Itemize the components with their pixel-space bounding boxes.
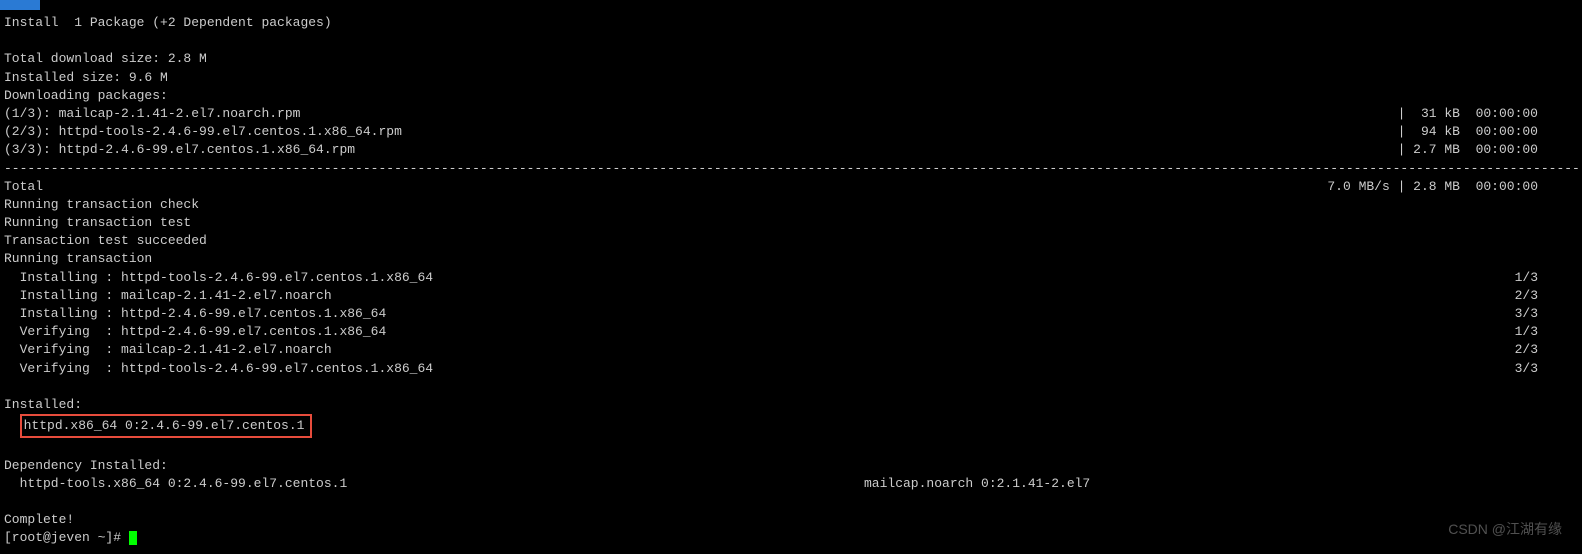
step-text: Verifying : httpd-2.4.6-99.el7.centos.1.… — [4, 323, 386, 341]
downloading-heading: Downloading packages: — [4, 87, 1578, 105]
complete-line: Complete! — [4, 511, 1578, 529]
trans-run: Running transaction — [4, 250, 1578, 268]
active-tab[interactable] — [0, 0, 40, 10]
dep-installed-row: httpd-tools.x86_64 0:2.4.6-99.el7.centos… — [4, 475, 1578, 493]
separator-line: ----------------------------------------… — [4, 160, 1578, 178]
step-count: 3/3 — [1515, 305, 1578, 323]
step-row: Verifying : httpd-2.4.6-99.el7.centos.1.… — [4, 323, 1578, 341]
installed-pkg-highlight: httpd.x86_64 0:2.4.6-99.el7.centos.1 — [20, 414, 313, 438]
download-file: (2/3): httpd-tools-2.4.6-99.el7.centos.1… — [4, 123, 402, 141]
shell-prompt[interactable]: [root@jeven ~]# — [4, 529, 1578, 547]
download-progress: | 2.7 MB 00:00:00 — [1398, 141, 1578, 159]
installed-size: Installed size: 9.6 M — [4, 69, 1578, 87]
dep-pkg: httpd-tools.x86_64 0:2.4.6-99.el7.centos… — [4, 475, 864, 493]
blank-line — [4, 438, 1578, 456]
dep-pkg: mailcap.noarch 0:2.1.41-2.el7 — [864, 475, 1090, 493]
step-row: Installing : mailcap-2.1.41-2.el7.noarch… — [4, 287, 1578, 305]
step-count: 1/3 — [1515, 323, 1578, 341]
step-count: 1/3 — [1515, 269, 1578, 287]
download-row: (1/3): mailcap-2.1.41-2.el7.noarch.rpm |… — [4, 105, 1578, 123]
download-file: (1/3): mailcap-2.1.41-2.el7.noarch.rpm — [4, 105, 300, 123]
download-size: Total download size: 2.8 M — [4, 50, 1578, 68]
install-summary: Install 1 Package (+2 Dependent packages… — [4, 14, 1578, 32]
total-value: 7.0 MB/s | 2.8 MB 00:00:00 — [1327, 178, 1578, 196]
step-count: 2/3 — [1515, 287, 1578, 305]
download-progress: | 94 kB 00:00:00 — [1398, 123, 1578, 141]
step-text: Installing : httpd-2.4.6-99.el7.centos.1… — [4, 305, 386, 323]
step-count: 3/3 — [1515, 360, 1578, 378]
total-row: Total 7.0 MB/s | 2.8 MB 00:00:00 — [4, 178, 1578, 196]
blank-line — [4, 32, 1578, 50]
step-text: Verifying : httpd-tools-2.4.6-99.el7.cen… — [4, 360, 433, 378]
step-text: Verifying : mailcap-2.1.41-2.el7.noarch — [4, 341, 332, 359]
step-count: 2/3 — [1515, 341, 1578, 359]
dep-installed-heading: Dependency Installed: — [4, 457, 1578, 475]
step-row: Verifying : mailcap-2.1.41-2.el7.noarch … — [4, 341, 1578, 359]
prompt-text: [root@jeven ~]# — [4, 530, 129, 545]
step-text: Installing : httpd-tools-2.4.6-99.el7.ce… — [4, 269, 433, 287]
step-row: Installing : httpd-2.4.6-99.el7.centos.1… — [4, 305, 1578, 323]
step-text: Installing : mailcap-2.1.41-2.el7.noarch — [4, 287, 332, 305]
step-row: Verifying : httpd-tools-2.4.6-99.el7.cen… — [4, 360, 1578, 378]
download-file: (3/3): httpd-2.4.6-99.el7.centos.1.x86_6… — [4, 141, 355, 159]
installed-pkg-row: httpd.x86_64 0:2.4.6-99.el7.centos.1 — [4, 414, 1578, 438]
installed-heading: Installed: — [4, 396, 1578, 414]
tab-bar — [0, 0, 1582, 10]
trans-check: Running transaction check — [4, 196, 1578, 214]
blank-line — [4, 378, 1578, 396]
download-row: (2/3): httpd-tools-2.4.6-99.el7.centos.1… — [4, 123, 1578, 141]
download-progress: | 31 kB 00:00:00 — [1398, 105, 1578, 123]
trans-succeeded: Transaction test succeeded — [4, 232, 1578, 250]
terminal[interactable]: Install 1 Package (+2 Dependent packages… — [0, 10, 1582, 551]
watermark: CSDN @江湖有缘 — [1448, 520, 1562, 540]
step-row: Installing : httpd-tools-2.4.6-99.el7.ce… — [4, 269, 1578, 287]
blank-line — [4, 493, 1578, 511]
total-label: Total — [4, 178, 43, 196]
trans-test: Running transaction test — [4, 214, 1578, 232]
download-row: (3/3): httpd-2.4.6-99.el7.centos.1.x86_6… — [4, 141, 1578, 159]
cursor-icon — [129, 531, 137, 545]
